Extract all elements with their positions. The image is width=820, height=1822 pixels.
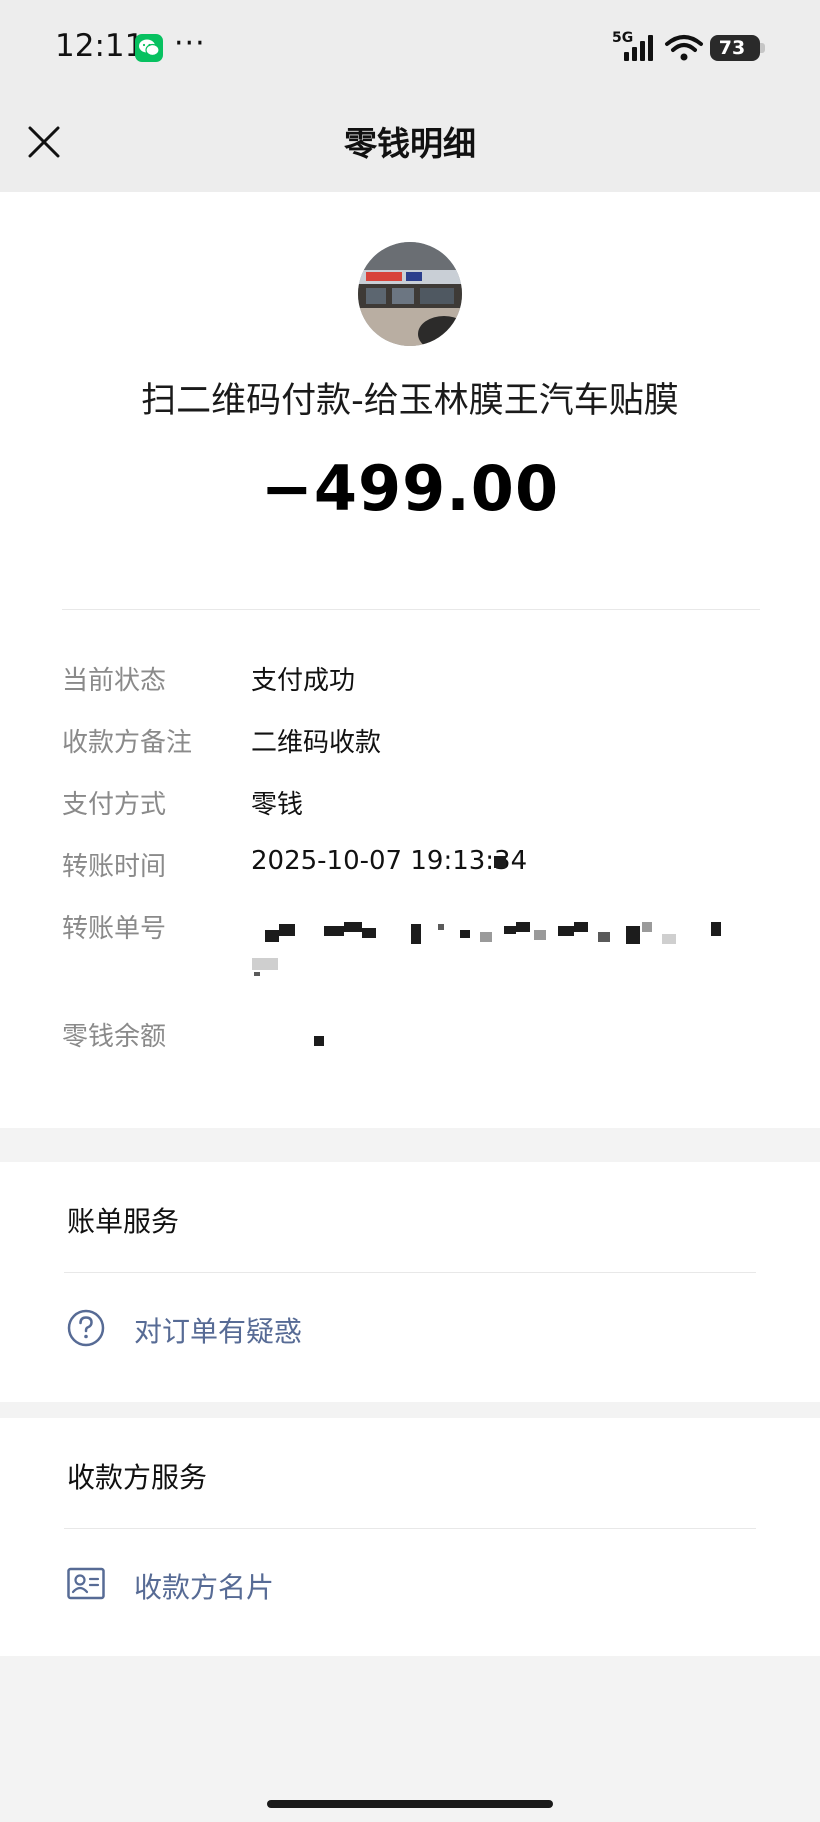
battery-icon: 73 <box>710 35 760 61</box>
detail-row-order-number: 转账单号 <box>62 908 762 988</box>
detail-label: 零钱余额 <box>62 1022 167 1052</box>
business-card-icon <box>67 1567 105 1600</box>
detail-value: 支付成功 <box>251 666 356 696</box>
store-photo-avatar <box>358 242 462 346</box>
detail-row-method: 支付方式 零钱 <box>62 784 762 824</box>
detail-row-balance: 零钱余额 <box>62 1016 762 1056</box>
close-icon[interactable] <box>22 120 66 164</box>
transaction-amount: −499.00 <box>260 452 560 525</box>
detail-label: 转账时间 <box>62 852 167 882</box>
redaction-mosaic <box>494 856 506 868</box>
balance-redaction <box>314 1036 324 1046</box>
nav-bar: 零钱明细 <box>0 96 820 192</box>
signal-icon <box>624 35 653 61</box>
order-question-label: 对订单有疑惑 <box>134 1315 303 1348</box>
detail-label: 转账单号 <box>62 914 167 944</box>
more-notifications-icon: ··· <box>174 26 206 61</box>
detail-row-time: 转账时间 2025-10-07 19:13:34 <box>62 846 762 886</box>
detail-value: 二维码收款 <box>251 728 382 758</box>
payee-card-label: 收款方名片 <box>134 1571 275 1604</box>
home-indicator[interactable] <box>267 1800 553 1808</box>
detail-value: 2025-10-07 19:13:34 <box>251 846 528 876</box>
payee-service-heading: 收款方服务 <box>67 1461 208 1494</box>
detail-label: 支付方式 <box>62 790 167 820</box>
transaction-card: 扫二维码付款-给玉林膜王汽车贴膜 −499.00 当前状态 支付成功 收款方备注… <box>0 192 820 1128</box>
bill-service-heading: 账单服务 <box>67 1205 180 1238</box>
status-bar: 12:11 ··· 5G 73 <box>0 0 820 96</box>
question-circle-icon <box>67 1309 105 1347</box>
payee-service-section: 收款方服务 收款方名片 <box>0 1418 820 1656</box>
payee-card-link[interactable]: 收款方名片 <box>0 1540 820 1640</box>
page-title: 零钱明细 <box>344 124 476 163</box>
detail-row-status: 当前状态 支付成功 <box>62 660 762 700</box>
wechat-icon <box>135 34 163 62</box>
detail-row-note: 收款方备注 二维码收款 <box>62 722 762 762</box>
wifi-icon <box>665 35 703 61</box>
detail-value: 零钱 <box>251 790 304 820</box>
payee-title: 扫二维码付款-给玉林膜王汽车贴膜 <box>141 381 679 421</box>
divider <box>64 1528 756 1529</box>
battery-level: 73 <box>718 37 746 59</box>
order-question-link[interactable]: 对订单有疑惑 <box>0 1284 820 1384</box>
battery-cap <box>760 43 765 53</box>
status-time: 12:11 <box>55 28 145 64</box>
detail-label: 当前状态 <box>62 666 167 696</box>
divider <box>64 1272 756 1273</box>
bill-service-section: 账单服务 对订单有疑惑 <box>0 1162 820 1402</box>
detail-label: 收款方备注 <box>62 728 193 758</box>
divider <box>62 609 760 610</box>
